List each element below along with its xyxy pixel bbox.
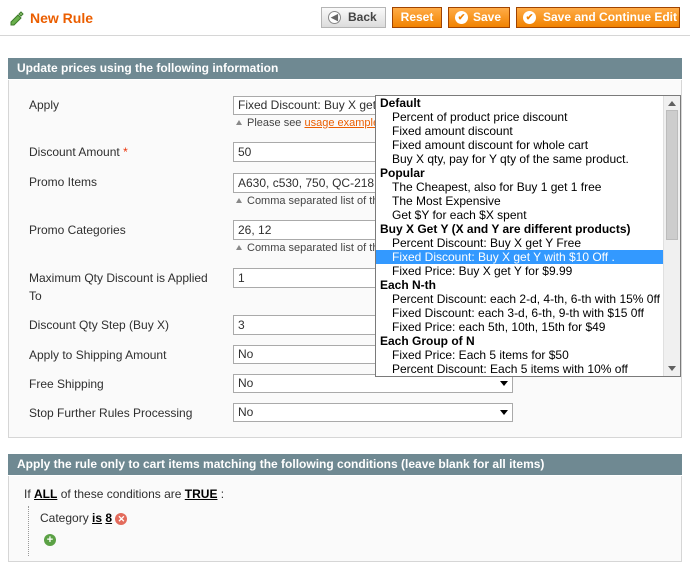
- value-select[interactable]: TRUE: [185, 487, 218, 501]
- stop-rules-select-value: No: [238, 405, 254, 419]
- dropdown-option[interactable]: Get $Y for each $X spent: [376, 208, 664, 222]
- note-arrow-icon: [236, 245, 242, 250]
- dropdown-option[interactable]: Fixed Discount: each 3-d, 6-th, 9-th wit…: [376, 306, 664, 320]
- dropdown-option[interactable]: Percent Discount: each 2-d, 4-th, 6-th w…: [376, 292, 664, 306]
- condition-attribute: Category: [40, 511, 89, 525]
- promo-categories-note: Comma separated list of the category ids: [236, 242, 386, 255]
- dropdown-option[interactable]: Percent Discount: Each 5 items with 10% …: [376, 362, 664, 376]
- conditions-tree-line: [28, 506, 29, 556]
- save-button[interactable]: ✔ Save: [448, 7, 510, 28]
- dropdown-option[interactable]: Percent Discount: Buy X get Y Free: [376, 236, 664, 250]
- condition-operator[interactable]: is: [92, 511, 102, 525]
- dropdown-option[interactable]: The Cheapest, also for Buy 1 get 1 free: [376, 180, 664, 194]
- page: New Rule ◀ Back Reset ✔ Save ✔ Save and Con…: [0, 0, 690, 568]
- max-qty-label: Maximum Qty Discount is Applied To: [29, 269, 208, 305]
- qty-step-label: Discount Qty Step (Buy X): [29, 318, 170, 332]
- remove-condition-icon[interactable]: ✕: [115, 512, 128, 525]
- dropdown-option[interactable]: Fixed Discount: Buy X get Y with $10 Off…: [376, 250, 664, 264]
- dropdown-option[interactable]: Fixed amount discount: [376, 124, 664, 138]
- condition-row: Category is 8 ✕: [40, 511, 128, 525]
- shipping-select-value: No: [238, 347, 254, 361]
- dropdown-option[interactable]: The Most Expensive: [376, 194, 664, 208]
- page-title: New Rule: [30, 10, 94, 26]
- usage-example-link[interactable]: usage example: [305, 117, 380, 129]
- promo-items-note: Comma separated list of the SKUs: [236, 195, 386, 208]
- chevron-down-icon: [500, 381, 508, 386]
- scrollbar-thumb[interactable]: [666, 110, 678, 240]
- add-condition-icon[interactable]: +: [44, 534, 56, 546]
- stop-rules-label: Stop Further Rules Processing: [29, 406, 193, 420]
- free-shipping-select-value: No: [238, 376, 254, 390]
- apply-dropdown-list[interactable]: Default Percent of product price discount…: [375, 95, 681, 377]
- chevron-down-icon: [500, 410, 508, 415]
- scroll-up-icon[interactable]: [668, 101, 676, 106]
- save-continue-check-icon: ✔: [523, 11, 536, 24]
- conditions-line: If ALL of these conditions are TRUE :: [24, 487, 224, 501]
- required-marker: *: [123, 145, 128, 159]
- scroll-down-icon[interactable]: [668, 366, 676, 371]
- dropdown-option[interactable]: Percent of product price discount: [376, 110, 664, 124]
- colon: :: [220, 487, 225, 501]
- apply-note: Please see usage example: [236, 117, 386, 130]
- dropdown-option[interactable]: Fixed Price: Buy X get Y for $9.99: [376, 264, 664, 278]
- promo-categories-note-text: Comma separated list of the category ids: [247, 242, 386, 254]
- promo-items-label: Promo Items: [29, 175, 98, 189]
- shipping-label: Apply to Shipping Amount: [29, 348, 167, 362]
- max-qty-label-line2: To: [29, 289, 42, 303]
- dropdown-group-label: Default: [380, 96, 421, 110]
- dropdown-option[interactable]: Fixed amount discount for whole cart: [376, 138, 664, 152]
- conditions-section-title: Apply the rule only to cart items matchi…: [8, 454, 682, 476]
- save-continue-label: Save and Continue Edit: [543, 10, 678, 24]
- dropdown-group-label: Buy X Get Y (X and Y are different produ…: [380, 222, 631, 236]
- if-label: If: [24, 487, 31, 501]
- save-button-label: Save: [473, 10, 502, 24]
- dropdown-option[interactable]: Buy X qty, pay for Y qty of the same pro…: [376, 152, 664, 166]
- promo-categories-label: Promo Categories: [29, 223, 126, 237]
- dropdown-group-label: Each Group of N: [380, 334, 475, 348]
- conditions-middle-text: of these conditions are: [60, 487, 182, 501]
- promo-items-note-text: Comma separated list of the SKUs: [247, 195, 386, 207]
- stop-rules-select[interactable]: No: [233, 403, 513, 422]
- aggregator-select[interactable]: ALL: [34, 487, 57, 501]
- max-qty-label-line1: Maximum Qty Discount is Applied: [29, 271, 208, 285]
- page-header: New Rule ◀ Back Reset ✔ Save ✔ Save and Con…: [0, 0, 690, 36]
- free-shipping-label: Free Shipping: [29, 377, 104, 391]
- dropdown-group-label: Each N-th: [380, 278, 437, 292]
- save-and-continue-button[interactable]: ✔ Save and Continue Edit: [516, 7, 680, 28]
- back-button[interactable]: ◀ Back: [321, 7, 386, 28]
- dropdown-options: Default Percent of product price discount…: [376, 96, 664, 376]
- back-button-label: Back: [348, 10, 377, 24]
- prices-section-title: Update prices using the following inform…: [8, 58, 682, 80]
- back-arrow-icon: ◀: [328, 11, 341, 24]
- save-check-icon: ✔: [455, 11, 468, 24]
- dropdown-group-label: Popular: [380, 166, 425, 180]
- apply-note-text: Please see: [247, 117, 302, 129]
- note-arrow-icon: [236, 120, 242, 125]
- dropdown-option[interactable]: Fixed Price: Each 5 items for $50: [376, 348, 664, 362]
- dropdown-scrollbar[interactable]: [663, 96, 680, 376]
- apply-label: Apply: [29, 98, 60, 112]
- reset-button[interactable]: Reset: [392, 7, 442, 28]
- discount-amount-label: Discount Amount *: [29, 143, 128, 161]
- rule-icon: [10, 11, 24, 26]
- discount-amount-label-text: Discount Amount: [29, 145, 120, 159]
- dropdown-option[interactable]: Fixed Price: each 5th, 10th, 15th for $4…: [376, 320, 664, 334]
- condition-value[interactable]: 8: [105, 511, 112, 525]
- note-arrow-icon: [236, 198, 242, 203]
